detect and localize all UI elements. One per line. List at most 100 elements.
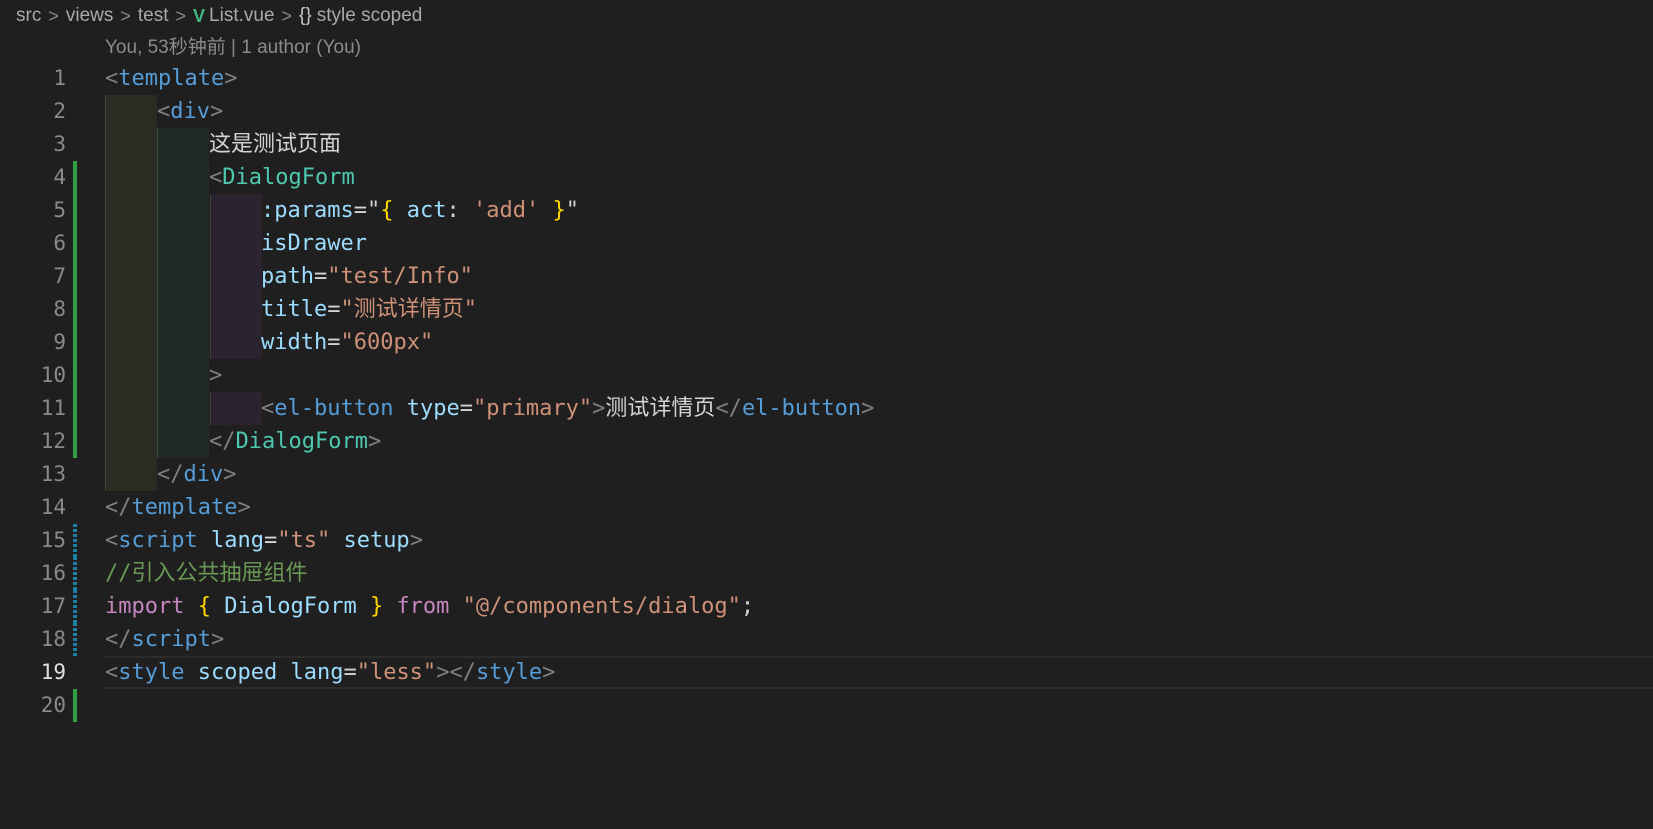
line-number[interactable]: 13 <box>0 458 66 491</box>
git-added-indicator[interactable] <box>73 359 77 392</box>
code-token: > <box>210 627 225 652</box>
line-number[interactable]: 18 <box>0 623 66 656</box>
indent-guide <box>105 95 157 128</box>
git-added-indicator[interactable] <box>73 392 77 425</box>
breadcrumb-item-symbol[interactable]: style scoped <box>317 5 423 27</box>
indent-guide <box>105 458 157 491</box>
breadcrumb-item-file[interactable]: List.vue <box>209 5 274 27</box>
line-number[interactable]: 10 <box>0 359 66 392</box>
line-number[interactable]: 17 <box>0 590 66 623</box>
indent-guide <box>157 194 209 227</box>
indent-guide <box>105 128 157 161</box>
git-added-indicator[interactable] <box>73 425 77 458</box>
code-text: </template> <box>105 491 251 524</box>
code-token: DialogForm <box>224 594 357 619</box>
indent-guide <box>157 326 209 359</box>
git-added-indicator[interactable] <box>73 260 77 293</box>
line-number[interactable]: 6 <box>0 227 66 260</box>
line-number[interactable]: 5 <box>0 194 66 227</box>
code-token: path <box>261 264 314 289</box>
code-line[interactable]: 10 > <box>0 359 1653 392</box>
breadcrumb-item-test[interactable]: test <box>138 5 169 27</box>
git-added-indicator[interactable] <box>73 194 77 227</box>
code-text: <div> <box>157 95 223 128</box>
git-modified-indicator[interactable] <box>73 524 77 557</box>
git-modified-indicator[interactable] <box>73 623 77 656</box>
code-token: title <box>261 297 328 322</box>
line-number[interactable]: 14 <box>0 491 66 524</box>
line-number[interactable]: 11 <box>0 392 66 425</box>
code-line[interactable]: 2 <div> <box>0 95 1653 128</box>
code-token: </ <box>209 429 236 454</box>
code-line[interactable]: 3 这是测试页面 <box>0 128 1653 161</box>
git-added-indicator[interactable] <box>73 326 77 359</box>
code-token: lang <box>290 660 344 685</box>
code-token: act <box>406 198 447 223</box>
code-line[interactable]: 9 width="600px" <box>0 326 1653 359</box>
code-token: </ <box>105 627 132 652</box>
code-line[interactable]: 1 <template> <box>0 62 1653 95</box>
code-line[interactable]: 17 import { DialogForm } from "@/componen… <box>0 590 1653 623</box>
code-token: " <box>565 198 579 223</box>
line-number[interactable]: 2 <box>0 95 66 128</box>
code-token: </ <box>105 495 132 520</box>
code-line[interactable]: 20 <box>0 689 1653 722</box>
code-token: setup <box>343 528 410 553</box>
code-text: title="测试详情页" <box>261 293 477 326</box>
git-modified-indicator[interactable] <box>73 590 77 623</box>
git-blame-codelens[interactable]: You, 53秒钟前 | 1 author (You) <box>105 34 361 62</box>
line-number[interactable]: 7 <box>0 260 66 293</box>
code-token: template <box>118 66 225 91</box>
code-line[interactable]: 15 <script lang="ts" setup> <box>0 524 1653 557</box>
code-line[interactable]: 12 </DialogForm> <box>0 425 1653 458</box>
code-text: <el-button type="primary">测试详情页</el-butt… <box>261 392 874 425</box>
chevron-right-icon: > <box>281 5 293 26</box>
indent-guide <box>157 260 209 293</box>
git-added-indicator[interactable] <box>73 227 77 260</box>
git-added-indicator[interactable] <box>73 293 77 326</box>
indent-guide <box>157 359 209 392</box>
line-number[interactable]: 20 <box>0 689 66 722</box>
code-token: = <box>327 297 341 322</box>
code-line[interactable]: 4 <DialogForm <box>0 161 1653 194</box>
code-token: 测试详情页 <box>605 396 716 421</box>
line-number[interactable]: 3 <box>0 128 66 161</box>
line-number[interactable]: 1 <box>0 62 66 95</box>
line-number[interactable]: 4 <box>0 161 66 194</box>
code-line[interactable]: 11 <el-button type="primary">测试详情页</el-bu… <box>0 392 1653 425</box>
line-number[interactable]: 12 <box>0 425 66 458</box>
line-number[interactable]: 9 <box>0 326 66 359</box>
code-token: ></ <box>436 660 476 685</box>
code-line[interactable]: 13 </div> <box>0 458 1653 491</box>
breadcrumb-item-views[interactable]: views <box>66 5 114 27</box>
git-added-indicator[interactable] <box>73 161 77 194</box>
code-line[interactable]: 18 </script> <box>0 623 1653 656</box>
code-text: <DialogForm <box>209 161 355 194</box>
code-text: <template> <box>105 62 237 95</box>
code-token: < <box>105 660 119 685</box>
indent-guide <box>105 293 157 326</box>
code-token: } <box>369 594 384 619</box>
code-line[interactable]: 14 </template> <box>0 491 1653 524</box>
git-added-indicator[interactable] <box>73 689 77 722</box>
code-line[interactable]: 5:params="{ act: 'add' }" <box>0 194 1653 227</box>
code-token: type <box>406 396 460 421</box>
line-number[interactable]: 15 <box>0 524 66 557</box>
breadcrumb-item-src[interactable]: src <box>16 5 41 27</box>
code-line[interactable]: 8 title="测试详情页" <box>0 293 1653 326</box>
line-number[interactable]: 8 <box>0 293 66 326</box>
code-editor[interactable]: 1 <template> 2 <div> 3 这是测试页面 4 <DialogForm 5:pa… <box>0 62 1653 722</box>
code-line[interactable]: 16 //引入公共抽屉组件 <box>0 557 1653 590</box>
indent-guide <box>157 227 209 260</box>
line-number[interactable]: 19 <box>0 656 66 689</box>
code-line[interactable]: 7 path="test/Info" <box>0 260 1653 293</box>
code-line[interactable]: 6 isDrawer <box>0 227 1653 260</box>
git-modified-indicator[interactable] <box>73 557 77 590</box>
code-token: div <box>170 99 210 124</box>
line-number[interactable]: 16 <box>0 557 66 590</box>
code-token: = <box>459 396 473 421</box>
indent-guide <box>157 425 209 458</box>
code-line[interactable]: 19 <style scoped lang="less"></style> <box>0 656 1653 689</box>
